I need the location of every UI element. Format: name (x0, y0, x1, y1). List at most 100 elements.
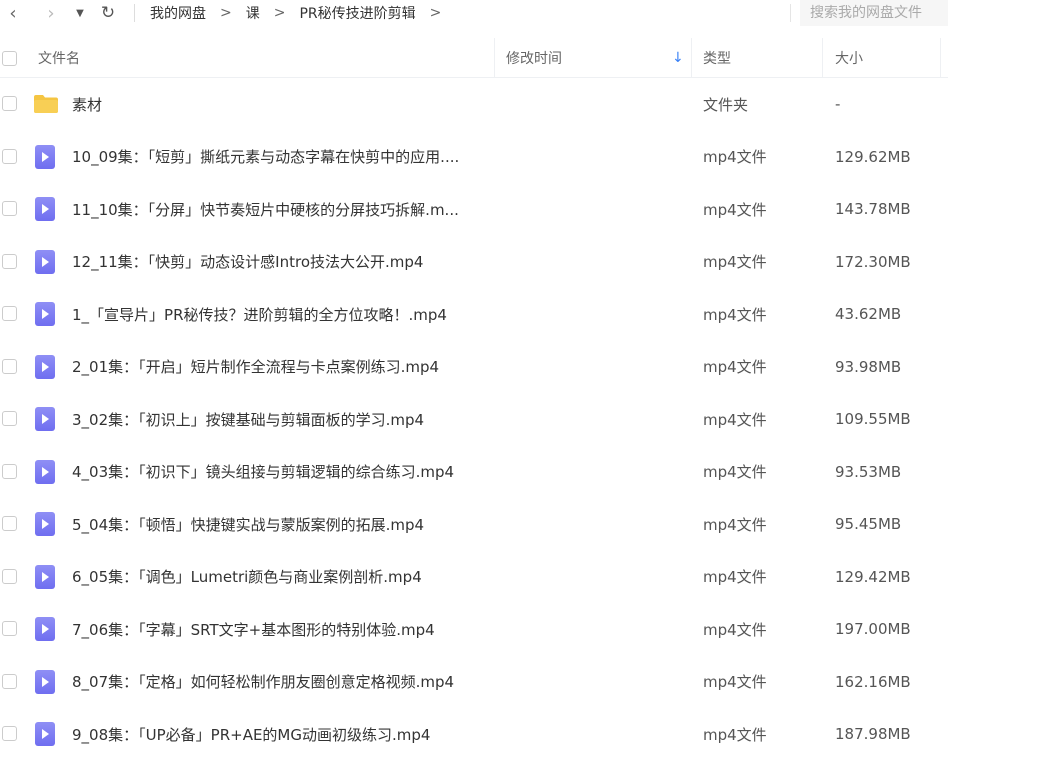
row-checkbox[interactable] (2, 96, 17, 111)
file-type: mp4文件 (703, 200, 767, 219)
file-row[interactable]: 7_06集：「字幕」SRT文字+基本图形的特别体验.mp4 mp4文件 197.00… (0, 603, 948, 655)
folder-icon (34, 95, 58, 113)
search-divider (790, 4, 791, 22)
file-row[interactable]: 6_05集：「调色」Lumetri颜色与商业案例剖析.mp4 mp4文件 129.4… (0, 551, 948, 603)
file-name[interactable]: 3_02集：「初识上」按键基础与剪辑面板的学习.mp4 (72, 393, 487, 445)
file-row[interactable]: 1_「宣导片」PR秘传技？进阶剪辑的全方位攻略！.mp4 mp4文件 43.62MB (0, 288, 948, 340)
file-size: 95.45MB (835, 515, 902, 533)
breadcrumb-current-folder[interactable]: PR秘传技进阶剪辑 (299, 3, 415, 23)
video-file-icon (35, 249, 55, 274)
breadcrumb: 我的网盘 > 课 > PR秘传技进阶剪辑 > (150, 0, 455, 26)
file-row[interactable]: 11_10集：「分屏」快节奏短片中硬核的分屏技巧拆解.m... mp4文件 143.… (0, 183, 948, 235)
file-name[interactable]: 4_03集：「初识下」镜头组接与剪辑逻辑的综合练习.mp4 (72, 446, 487, 498)
file-name[interactable]: 11_10集：「分屏」快节奏短片中硬核的分屏技巧拆解.m... (72, 183, 487, 235)
forward-arrow-icon[interactable]: › (42, 0, 60, 26)
column-divider[interactable] (940, 38, 941, 78)
file-row[interactable]: 10_09集：「短剪」撕纸元素与动态字幕在快剪中的应用.... mp4文件 129.… (0, 131, 948, 183)
file-type: mp4文件 (703, 673, 767, 691)
video-file-icon (35, 459, 55, 484)
row-checkbox[interactable] (2, 726, 17, 741)
file-row[interactable]: 5_04集：「顿悟」快捷键实战与蒙版案例的拓展.mp4 mp4文件 95.45MB (0, 498, 948, 550)
column-header-name[interactable]: 文件名 (38, 38, 80, 78)
breadcrumb-my-drive[interactable]: 我的网盘 (150, 3, 206, 23)
video-file-icon (35, 302, 55, 326)
column-divider[interactable] (494, 38, 495, 78)
video-file-icon (35, 669, 55, 694)
file-type: 文件夹 (703, 95, 749, 114)
file-row[interactable]: 8_07集：「定格」如何轻松制作朋友圈创意定格视频.mp4 mp4文件 162.16… (0, 656, 948, 708)
file-size: 187.98MB (835, 725, 911, 743)
file-size: 93.53MB (835, 462, 902, 481)
video-file-icon (35, 354, 55, 379)
row-checkbox[interactable] (2, 358, 17, 374)
breadcrumb-course[interactable]: 课 (246, 3, 260, 23)
row-checkbox[interactable] (2, 411, 17, 426)
file-size: 93.98MB (835, 357, 902, 376)
file-type: mp4文件 (703, 725, 767, 744)
file-row[interactable]: 素材 文件夹 - (0, 78, 948, 130)
file-row[interactable]: 3_02集：「初识上」按键基础与剪辑面板的学习.mp4 mp4文件 109.55MB (0, 393, 948, 445)
file-size: 197.00MB (835, 620, 911, 638)
sort-descending-icon[interactable]: ↓ (672, 38, 684, 78)
row-checkbox[interactable] (2, 568, 17, 584)
column-header-size[interactable]: 大小 (835, 38, 863, 78)
file-row[interactable]: 9_08集：「UP必备」PR+AE的MG动画初级练习.mp4 mp4文件 187.9… (0, 708, 948, 760)
file-name[interactable]: 5_04集：「顿悟」快捷键实战与蒙版案例的拓展.mp4 (72, 498, 487, 550)
row-checkbox[interactable] (2, 306, 17, 321)
video-file-icon (35, 407, 55, 431)
video-file-icon (35, 564, 55, 589)
file-list-header: 文件名 修改时间 ↓ 类型 大小 (0, 38, 948, 78)
file-name[interactable]: 2_01集：「开启」短片制作全流程与卡点案例练习.mp4 (72, 341, 487, 393)
file-name[interactable]: 10_09集：「短剪」撕纸元素与动态字幕在快剪中的应用.... (72, 131, 487, 183)
history-dropdown-icon[interactable]: ▼ (74, 0, 86, 26)
video-file-icon (35, 197, 55, 221)
search-input[interactable] (800, 0, 948, 26)
file-name[interactable]: 9_08集：「UP必备」PR+AE的MG动画初级练习.mp4 (72, 708, 487, 760)
file-row[interactable]: 4_03集：「初识下」镜头组接与剪辑逻辑的综合练习.mp4 mp4文件 93.53M… (0, 446, 948, 498)
breadcrumb-separator[interactable]: > (430, 5, 442, 21)
toolbar-divider (134, 4, 135, 22)
file-size: 143.78MB (835, 200, 911, 218)
column-header-type[interactable]: 类型 (703, 38, 731, 78)
file-name[interactable]: 6_05集：「调色」Lumetri颜色与商业案例剖析.mp4 (72, 551, 487, 603)
breadcrumb-separator: > (220, 5, 232, 21)
column-header-modified[interactable]: 修改时间 (506, 38, 562, 78)
breadcrumb-separator: > (273, 5, 286, 21)
row-checkbox[interactable] (2, 148, 17, 164)
file-size: 109.55MB (835, 410, 911, 428)
column-divider[interactable] (822, 38, 823, 78)
row-checkbox[interactable] (2, 621, 17, 636)
row-checkbox[interactable] (2, 673, 17, 689)
file-type: mp4文件 (703, 463, 767, 481)
file-row[interactable]: 12_11集：「快剪」动态设计感Intro技法大公开.mp4 mp4文件 172.3… (0, 236, 948, 288)
file-type: mp4文件 (703, 620, 767, 639)
video-file-icon (35, 512, 55, 536)
video-file-icon (35, 144, 55, 169)
file-name[interactable]: 7_06集：「字幕」SRT文字+基本图形的特别体验.mp4 (72, 603, 487, 655)
video-file-icon (35, 617, 55, 641)
file-type: mp4文件 (703, 148, 767, 166)
refresh-icon[interactable]: ↻ (98, 0, 118, 26)
file-name[interactable]: 1_「宣导片」PR秘传技？进阶剪辑的全方位攻略！.mp4 (72, 288, 487, 340)
row-checkbox[interactable] (2, 463, 17, 479)
select-all-checkbox-cell[interactable] (2, 38, 17, 78)
file-name[interactable]: 8_07集：「定格」如何轻松制作朋友圈创意定格视频.mp4 (72, 656, 487, 708)
file-size: 172.30MB (835, 252, 911, 271)
file-name[interactable]: 素材 (72, 78, 487, 130)
back-arrow-icon[interactable]: ‹ (4, 0, 22, 26)
video-file-icon (35, 722, 55, 746)
row-checkbox[interactable] (2, 516, 17, 531)
file-type: mp4文件 (703, 410, 767, 429)
file-type: mp4文件 (703, 358, 767, 376)
row-checkbox[interactable] (2, 201, 17, 216)
file-name[interactable]: 12_11集：「快剪」动态设计感Intro技法大公开.mp4 (72, 236, 487, 288)
file-type: mp4文件 (703, 515, 767, 534)
file-size: 129.62MB (835, 147, 911, 166)
file-type: mp4文件 (703, 305, 767, 324)
file-row[interactable]: 2_01集：「开启」短片制作全流程与卡点案例练习.mp4 mp4文件 93.98MB (0, 341, 948, 393)
select-all-checkbox[interactable] (2, 50, 17, 66)
row-checkbox[interactable] (2, 253, 17, 269)
toolbar: ‹ › ▼ ↻ 我的网盘 > 课 > PR秘传技进阶剪辑 > (0, 0, 948, 26)
column-divider[interactable] (691, 38, 692, 78)
file-size: - (835, 95, 841, 113)
